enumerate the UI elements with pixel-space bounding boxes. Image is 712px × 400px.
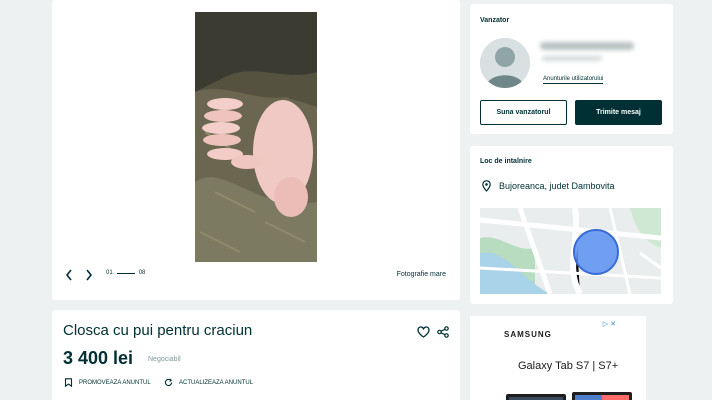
- refresh-ad-label: ACTUALIZEAZA ANUNTUL: [179, 379, 254, 386]
- seller-info-redacted: [542, 56, 602, 61]
- user-avatar-icon: [480, 38, 530, 88]
- next-photo-button[interactable]: [82, 266, 96, 284]
- pager-current: 01: [106, 270, 113, 276]
- location-row: Bujoreanca, judet Dambovita: [482, 180, 615, 192]
- negotiable-badge: Negociabil: [148, 356, 181, 363]
- bookmark-icon: [64, 378, 73, 387]
- chevron-left-icon: [65, 269, 72, 281]
- ad-brand: SAMSUNG: [504, 330, 552, 339]
- photo-pager: 01 08: [106, 270, 145, 276]
- chevron-right-icon: [86, 269, 93, 281]
- pager-total: 08: [138, 270, 146, 276]
- location-text: Bujoreanca, judet Dambovita: [499, 181, 615, 191]
- advertisement-area: ▷ ✕ SAMSUNG Galaxy Tab S7 | S7+: [470, 310, 673, 400]
- refresh-icon: [164, 378, 173, 387]
- photo-gallery: 01 08 Fotografie mare: [52, 0, 460, 300]
- seller-name-redacted: [540, 42, 634, 50]
- listing-title: Closca cu pui pentru craciun: [63, 322, 253, 339]
- location-pin-icon: [482, 180, 491, 192]
- share-icon: [437, 326, 449, 338]
- previous-photo-button[interactable]: [62, 266, 76, 284]
- listing-details-card: Closca cu pui pentru craciun 3 400 lei N…: [52, 310, 460, 400]
- favorite-button[interactable]: [415, 324, 431, 340]
- share-button[interactable]: [435, 324, 451, 340]
- call-seller-button[interactable]: Suna vanzatorul: [480, 100, 567, 125]
- heart-icon: [416, 326, 430, 338]
- promote-ad-link[interactable]: PROMOVEAZA ANUNTUL: [64, 378, 151, 387]
- listing-photo[interactable]: [195, 12, 317, 262]
- location-section-title: Loc de intalnire: [480, 158, 532, 165]
- location-card: Loc de intalnire Bujoreanca, judet Dambo…: [470, 146, 673, 304]
- promote-ad-label: PROMOVEAZA ANUNTUL: [79, 379, 151, 386]
- tablet-illustration: [506, 392, 632, 400]
- refresh-ad-link[interactable]: ACTUALIZEAZA ANUNTUL: [164, 378, 253, 387]
- avatar[interactable]: [480, 38, 530, 88]
- seller-section-title: Vanzator: [480, 17, 510, 24]
- big-photo-link[interactable]: Fotografie mare: [397, 271, 446, 278]
- seller-card: Vanzator Anunturile utilizatorului Suna …: [470, 4, 673, 134]
- user-ads-link[interactable]: Anunturile utilizatorului: [543, 76, 604, 84]
- send-message-button[interactable]: Trimite mesaj: [575, 100, 662, 125]
- pager-divider: [116, 272, 135, 274]
- listing-price: 3 400 lei: [63, 348, 134, 368]
- ad-product: Galaxy Tab S7 | S7+: [518, 360, 619, 372]
- ad-choices-icon[interactable]: ▷ ✕: [603, 320, 616, 328]
- advertisement-banner[interactable]: ▷ ✕ SAMSUNG Galaxy Tab S7 | S7+: [470, 316, 646, 400]
- location-map[interactable]: [480, 208, 661, 294]
